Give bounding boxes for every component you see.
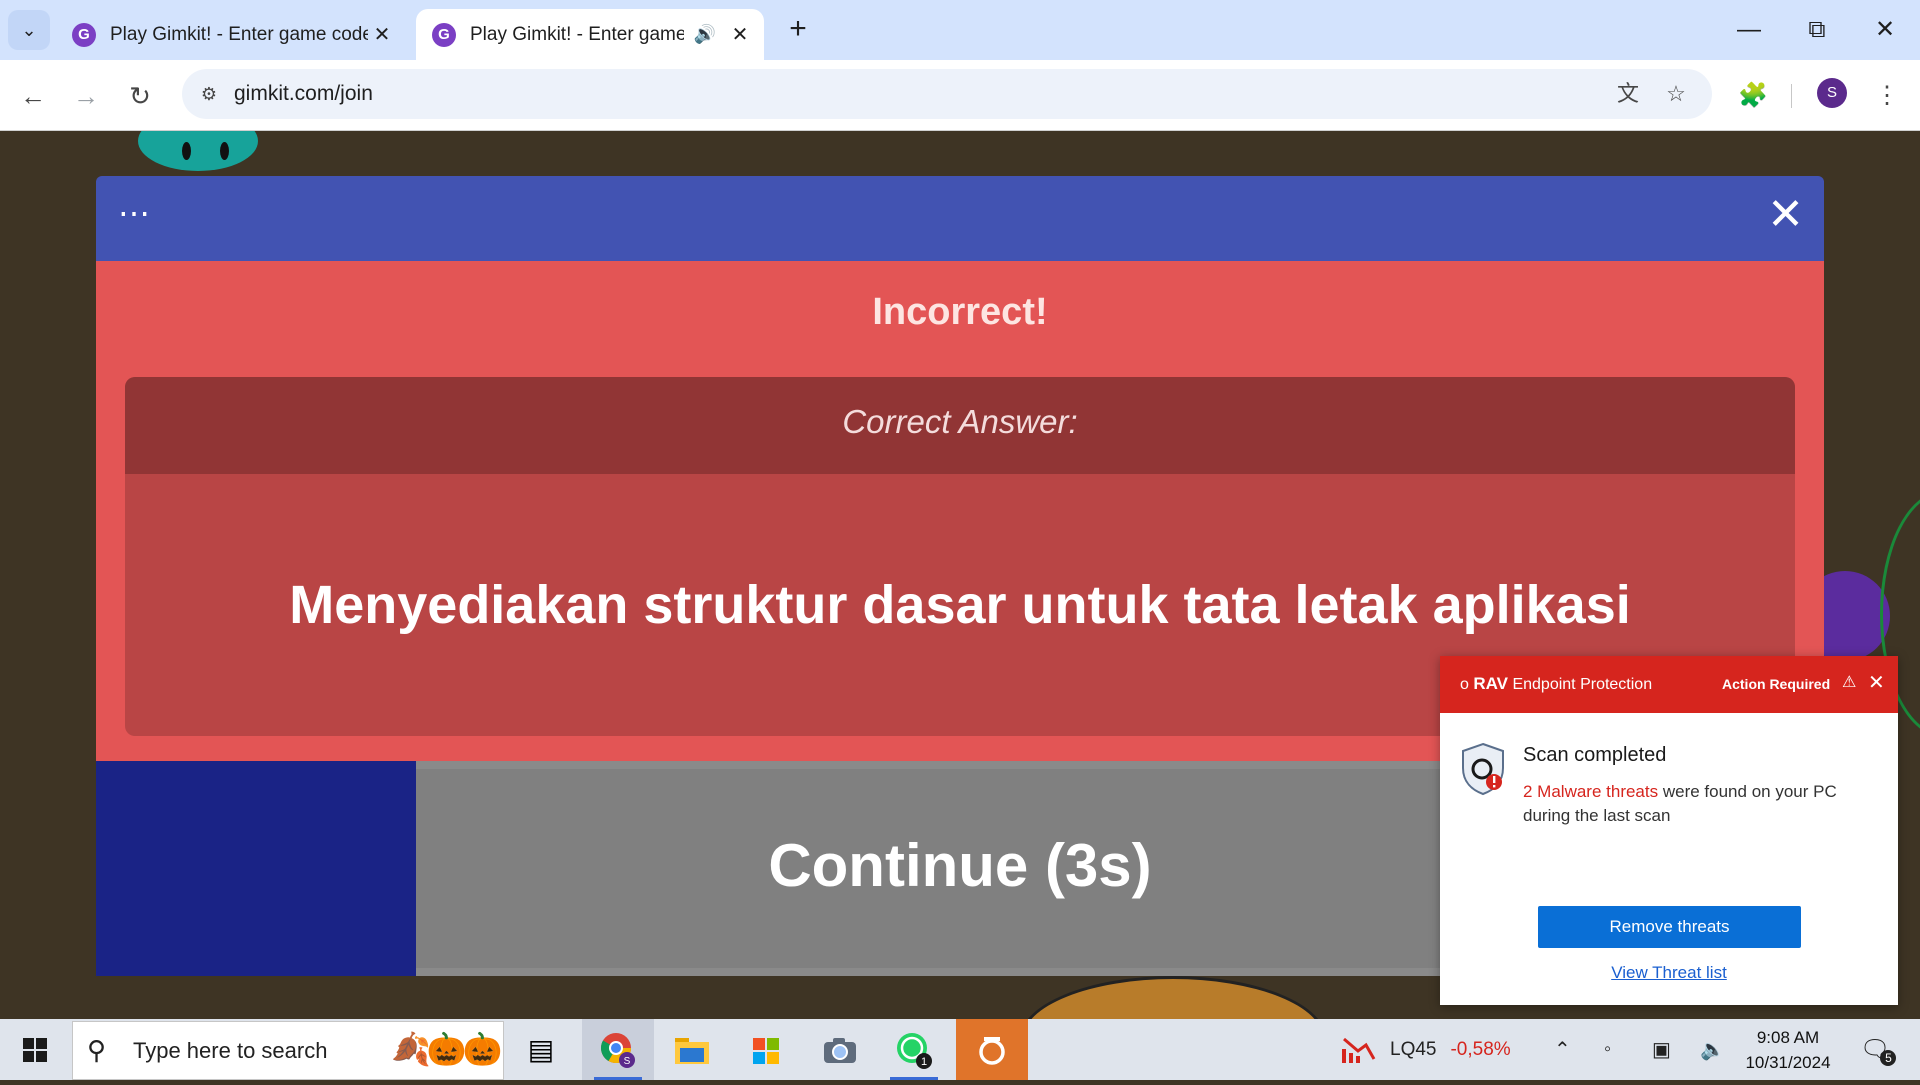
taskbar-rav-app[interactable]	[956, 1019, 1028, 1080]
taskbar-microsoft-store[interactable]	[730, 1019, 802, 1080]
correct-answer-text: Menyediakan struktur dasar untuk tata le…	[289, 575, 1631, 635]
minimize-button[interactable]: —	[1724, 12, 1774, 48]
correct-answer-label: Correct Answer:	[842, 403, 1078, 440]
store-icon	[753, 1037, 779, 1064]
whatsapp-badge: 1	[921, 1056, 927, 1068]
view-threat-list-link[interactable]: View Threat list	[1440, 963, 1898, 983]
restore-button[interactable]: ⧉	[1792, 12, 1842, 48]
warning-icon: ⚠	[1842, 674, 1857, 691]
tab-title: Play Gimkit! - Enter game co	[470, 23, 684, 45]
notification-header: о RAV Endpoint Protection Action Require…	[1440, 656, 1898, 713]
new-tab-button[interactable]: +	[780, 12, 816, 48]
translate-icon[interactable]: 文	[1613, 79, 1643, 109]
gimkit-favicon-icon: G	[72, 22, 96, 47]
remove-threats-button[interactable]: Remove threats	[1538, 906, 1801, 948]
speaker-icon[interactable]: 🔊	[694, 24, 716, 45]
address-bar[interactable]: ⚙ gimkit.com/join 文 ☆	[182, 69, 1712, 119]
close-icon: ✕	[1874, 16, 1896, 43]
show-hidden-icons-button[interactable]: ⌃	[1554, 1019, 1571, 1080]
task-view-icon: ▤	[527, 1034, 555, 1065]
minimize-icon: —	[1737, 16, 1761, 43]
rav-logo-icon: о	[1460, 676, 1469, 693]
notification-title: Scan completed	[1523, 744, 1667, 766]
folder-icon	[675, 1037, 709, 1064]
tab-strip: ⌄ G Play Gimkit! - Enter game code ✕ G P…	[0, 0, 1920, 60]
taskbar-whatsapp[interactable]: 1	[878, 1019, 950, 1080]
product-name: Endpoint Protection	[1512, 676, 1653, 693]
clock-time: 9:08 AM	[1756, 1028, 1820, 1047]
modal-header: ⋯ ✕	[96, 176, 1824, 261]
shield-alert-icon	[1462, 742, 1504, 796]
notification-close-icon[interactable]: ✕	[1868, 670, 1885, 695]
volume-icon[interactable]: 🔈	[1700, 1019, 1725, 1080]
forward-button[interactable]: →	[66, 76, 106, 116]
meet-now-icon[interactable]: ◦	[1604, 1019, 1611, 1080]
tab-close-icon[interactable]: ✕	[368, 22, 396, 47]
url-text[interactable]: gimkit.com/join	[234, 82, 373, 106]
taskbar-file-explorer[interactable]	[656, 1019, 728, 1080]
tab-close-icon[interactable]: ✕	[726, 22, 754, 47]
action-center-button[interactable]: 🗨 5	[1860, 1019, 1897, 1080]
notification-message: 2 Malware threats were found on your PC …	[1523, 780, 1883, 828]
restore-icon: ⧉	[1808, 16, 1826, 43]
halloween-pumpkin-icon: 🍂🎃🎃	[391, 1031, 503, 1067]
clock-date: 10/31/2024	[1745, 1053, 1831, 1072]
stock-symbol: LQ45	[1390, 1038, 1437, 1060]
rav-logo-icon	[979, 1036, 1005, 1065]
window-close-button[interactable]: ✕	[1860, 12, 1910, 48]
tab-search-button[interactable]: ⌄	[8, 10, 50, 50]
taskbar-search[interactable]: ⚲ Type here to search 🍂🎃🎃	[72, 1021, 504, 1080]
windows-taskbar: ⚲ Type here to search 🍂🎃🎃 ▤ S 1 LQ45 -0,…	[0, 1019, 1920, 1080]
taskbar-chrome[interactable]: S	[582, 1019, 654, 1080]
notification-brand: о RAV Endpoint Protection	[1460, 674, 1652, 694]
bookmark-star-icon[interactable]: ☆	[1661, 79, 1691, 109]
network-icon[interactable]: ▣	[1652, 1019, 1671, 1080]
background-character-orange	[1020, 976, 1326, 1019]
tab-title: Play Gimkit! - Enter game code	[110, 23, 368, 45]
threat-count: 2 Malware threats	[1523, 782, 1659, 801]
more-options-icon[interactable]: ⋯	[118, 194, 152, 232]
brand-name: RAV	[1473, 674, 1508, 693]
background-character-eye	[182, 142, 191, 160]
background-character-teal	[138, 131, 258, 171]
windows-logo-icon	[23, 1038, 47, 1062]
browser-toolbar: ← → ↻ ⚙ gimkit.com/join 文 ☆ 🧩 S ⋮	[0, 60, 1920, 131]
camera-icon	[824, 1037, 856, 1063]
start-button[interactable]	[0, 1019, 70, 1080]
system-clock[interactable]: 9:08 AM 10/31/2024	[1738, 1025, 1838, 1075]
gimkit-favicon-icon: G	[432, 22, 456, 47]
chrome-icon: S	[601, 1032, 635, 1068]
stock-widget[interactable]: LQ45 -0,58%	[1340, 1019, 1511, 1080]
back-button[interactable]: ←	[13, 76, 53, 116]
stock-change: -0,58%	[1450, 1038, 1511, 1060]
site-settings-icon[interactable]: ⚙	[196, 81, 222, 107]
arrow-right-icon: →	[73, 81, 99, 111]
stock-down-chart-icon	[1342, 1037, 1376, 1063]
reload-button[interactable]: ↻	[120, 76, 160, 116]
taskbar-camera[interactable]	[804, 1019, 876, 1080]
result-title: Incorrect!	[872, 291, 1048, 333]
modal-close-icon[interactable]: ✕	[1767, 190, 1804, 240]
tab-gimkit-2[interactable]: G Play Gimkit! - Enter game co 🔊 ✕	[416, 9, 764, 60]
whatsapp-icon: 1	[897, 1032, 932, 1069]
rav-notification: о RAV Endpoint Protection Action Require…	[1440, 656, 1898, 1005]
correct-answer-header: Correct Answer:	[125, 377, 1795, 474]
profile-avatar[interactable]: S	[1817, 78, 1847, 108]
extensions-icon[interactable]: 🧩	[1733, 76, 1773, 116]
toolbar-divider	[1791, 84, 1792, 108]
chevron-up-icon: ⌃	[1554, 1039, 1571, 1061]
arrow-left-icon: ←	[20, 81, 46, 111]
search-placeholder: Type here to search	[133, 1038, 328, 1063]
background-character-eye	[220, 142, 229, 160]
plus-icon: +	[789, 12, 807, 45]
chrome-profile-badge: S	[624, 1056, 631, 1067]
task-view-button[interactable]: ▤	[505, 1019, 577, 1080]
search-icon: ⚲	[87, 1035, 107, 1065]
reload-icon: ↻	[129, 81, 151, 111]
chevron-down-icon: ⌄	[21, 19, 37, 40]
action-required-label: Action Required	[1722, 676, 1831, 692]
tab-gimkit-1[interactable]: G Play Gimkit! - Enter game code ✕	[56, 9, 406, 60]
more-menu-icon[interactable]: ⋮	[1867, 76, 1907, 116]
notification-count: 5	[1880, 1049, 1897, 1066]
